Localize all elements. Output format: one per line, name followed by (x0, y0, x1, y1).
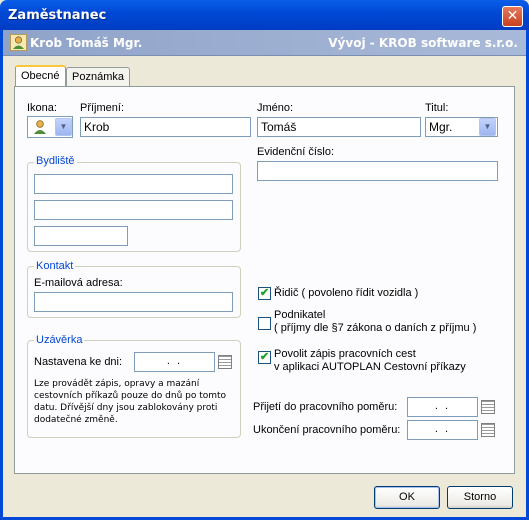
termination-label: Ukončení pracovního poměru: (253, 424, 401, 436)
title-label: Titul: (425, 102, 449, 114)
residence-legend: Bydliště (34, 155, 77, 167)
street-input[interactable] (34, 174, 233, 194)
city-input[interactable] (34, 200, 233, 220)
icon-label: Ikona: (27, 102, 57, 114)
entrepreneur-sublabel: ( příjmy dle §7 zákona o daních z příjmu… (274, 322, 477, 334)
person-icon (32, 119, 48, 138)
chevron-down-icon[interactable]: ▼ (479, 118, 496, 136)
firstname-label: Jméno: (257, 102, 294, 114)
chevron-down-icon[interactable]: ▼ (55, 118, 72, 136)
closing-date-input[interactable]: . . (134, 352, 215, 372)
evidence-label: Evidenční číslo: (257, 146, 335, 158)
contact-legend: Kontakt (34, 260, 76, 272)
title-select[interactable]: Mgr. ▼ (425, 117, 498, 137)
autoplan-label: Povolit zápis pracovních cest (274, 348, 416, 360)
cancel-button[interactable]: Storno (447, 486, 513, 509)
employee-name: Krob Tomáš Mgr. (30, 36, 143, 50)
entrepreneur-label: Podnikatel (274, 309, 326, 321)
person-icon (10, 34, 27, 51)
calendar-icon[interactable] (481, 423, 495, 437)
window-title: Zaměstnanec (8, 8, 107, 23)
closing-note: Lze provádět zápis, opravy a mazání cest… (34, 379, 227, 425)
tab-general[interactable]: Obecné (15, 65, 66, 87)
entrepreneur-checkbox[interactable] (258, 317, 271, 330)
title-value: Mgr. (429, 120, 453, 134)
termination-date-input[interactable]: . . (407, 420, 478, 440)
autoplan-checkbox[interactable]: ✔ (258, 351, 271, 364)
hire-date-input[interactable]: . . (407, 397, 478, 417)
window-titlebar: Zaměstnanec ✕ (0, 0, 529, 30)
company-name: Vývoj - KROB software s.r.o. (328, 36, 518, 50)
tab-note[interactable]: Poznámka (66, 67, 130, 87)
closing-set-label: Nastavena ke dni: (34, 356, 123, 368)
calendar-icon[interactable] (218, 355, 232, 369)
surname-label: Příjmení: (80, 102, 125, 114)
close-button[interactable]: ✕ (502, 6, 523, 27)
driver-label: Řidič ( povoleno řídit vozidla ) (274, 287, 419, 299)
driver-checkbox[interactable]: ✔ (258, 287, 271, 300)
autoplan-sublabel: v aplikaci AUTOPLAN Cestovní příkazy (274, 361, 466, 373)
calendar-icon[interactable] (481, 400, 495, 414)
surname-input[interactable]: Krob (80, 117, 251, 137)
firstname-input[interactable]: Tomáš (257, 117, 421, 137)
evidence-input[interactable] (257, 161, 498, 181)
email-label: E-mailová adresa: (34, 277, 123, 289)
hire-label: Přijetí do pracovního poměru: (253, 401, 398, 413)
zip-input[interactable] (34, 226, 128, 246)
icon-select[interactable]: ▼ (27, 116, 73, 138)
email-input[interactable] (34, 292, 233, 312)
employee-header: Krob Tomáš Mgr. Vývoj - KROB software s.… (3, 30, 526, 56)
ok-button[interactable]: OK (374, 486, 440, 509)
closing-legend: Uzávěrka (34, 334, 85, 346)
